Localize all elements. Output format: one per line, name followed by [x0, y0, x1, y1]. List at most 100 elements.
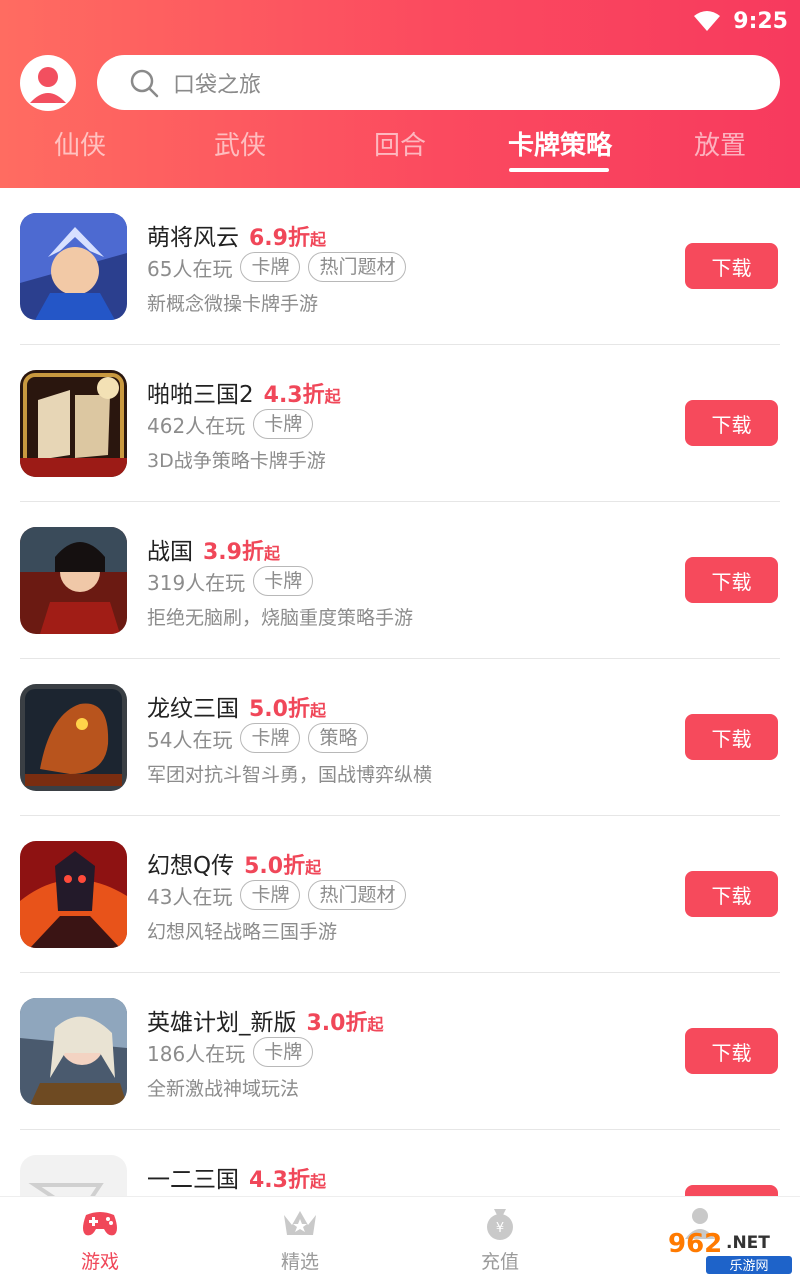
- game-description: 全新激战神域玩法: [147, 1078, 300, 1100]
- game-icon: [20, 370, 127, 477]
- player-count: 43人在玩: [147, 884, 233, 909]
- download-button[interactable]: 下载: [685, 400, 778, 446]
- crown-icon: [284, 1211, 316, 1235]
- game-meta: 319人在玩 卡牌: [147, 564, 314, 598]
- game-tag: 热门题材: [308, 880, 407, 910]
- game-description: 幻想风轻战略三国手游: [147, 921, 338, 943]
- status-time: 9:25: [733, 8, 788, 34]
- download-button[interactable]: 下载: [685, 714, 778, 760]
- game-description: 3D战争策略卡牌手游: [147, 450, 326, 472]
- game-meta: 186人在玩 卡牌: [147, 1035, 314, 1069]
- player-count: 462人在玩: [147, 413, 246, 438]
- game-item[interactable]: 战国 3.9折起 319人在玩 卡牌 拒绝无脑刷，烧脑重度策略手游 下载: [0, 502, 800, 659]
- game-icon: [20, 841, 127, 948]
- game-list: 萌将风云 6.9折起 65人在玩 卡牌 热门题材 新概念微操卡牌手游 下载 啪啪三…: [0, 188, 800, 1196]
- game-name: 萌将风云: [147, 225, 239, 251]
- nav-label: 游戏: [80, 1251, 119, 1273]
- tab-card-strategy[interactable]: 卡牌策略: [480, 125, 640, 162]
- game-name-row: 龙纹三国 5.0折起: [147, 689, 326, 723]
- discount: 4.3折起: [263, 383, 341, 408]
- game-name: 幻想Q传: [147, 853, 235, 879]
- game-item[interactable]: 啪啪三国2 4.3折起 462人在玩 卡牌 3D战争策略卡牌手游 下载: [0, 345, 800, 502]
- game-tag: 卡牌: [240, 723, 301, 753]
- gamepad-icon: [83, 1212, 117, 1236]
- game-tag: 卡牌: [240, 252, 301, 282]
- game-item[interactable]: 一二三国 4.3折起 下载: [0, 1130, 800, 1196]
- game-name: 英雄计划_新版: [147, 1010, 297, 1036]
- discount: 3.9折起: [203, 540, 280, 565]
- game-icon: [20, 684, 127, 791]
- watermark-brand: 962: [668, 1229, 722, 1259]
- tab-wuxia[interactable]: 武侠: [160, 125, 320, 162]
- game-icon: [20, 527, 127, 634]
- game-item[interactable]: 萌将风云 6.9折起 65人在玩 卡牌 热门题材 新概念微操卡牌手游 下载: [0, 188, 800, 345]
- watermark-logo: 962 .NET 乐游网: [668, 1229, 792, 1274]
- game-description: 军团对抗斗智斗勇，国战博弈纵横: [147, 764, 433, 786]
- game-tag: 热门题材: [308, 252, 407, 282]
- nav-recharge[interactable]: ¥ 充值: [400, 1205, 600, 1274]
- discount: 4.3折起: [249, 1168, 326, 1193]
- game-icon: [20, 213, 127, 320]
- game-name-row: 萌将风云 6.9折起: [147, 218, 326, 252]
- player-count: 54人在玩: [147, 727, 233, 752]
- player-count: 319人在玩: [147, 570, 246, 595]
- game-tag: 卡牌: [253, 566, 314, 596]
- nav-games[interactable]: 游戏: [0, 1205, 200, 1274]
- search-bar[interactable]: 口袋之旅: [97, 55, 780, 110]
- wifi-icon: [694, 11, 721, 31]
- game-name-row: 英雄计划_新版 3.0折起: [147, 1003, 384, 1037]
- nav-featured[interactable]: 精选: [200, 1205, 400, 1274]
- player-count: 186人在玩: [147, 1041, 246, 1066]
- game-item[interactable]: 英雄计划_新版 3.0折起 186人在玩 卡牌 全新激战神域玩法 下载: [0, 973, 800, 1130]
- download-button[interactable]: 下载: [685, 557, 778, 603]
- app-header: 9:25 口袋之旅 仙侠 武侠 回合 卡牌策略 放置: [0, 0, 800, 188]
- game-meta: 462人在玩 卡牌: [147, 407, 314, 441]
- game-meta: 43人在玩 卡牌 热门题材: [147, 878, 407, 912]
- game-name: 龙纹三国: [147, 696, 239, 722]
- game-icon: [20, 998, 127, 1105]
- game-name-row: 幻想Q传 5.0折起: [147, 846, 321, 880]
- game-tag: 卡牌: [253, 1037, 314, 1067]
- tab-xianxia[interactable]: 仙侠: [0, 125, 160, 162]
- game-tag: 卡牌: [240, 880, 301, 910]
- download-button[interactable]: 下载: [685, 1028, 778, 1074]
- user-avatar[interactable]: [20, 55, 76, 111]
- search-placeholder: 口袋之旅: [173, 72, 262, 98]
- game-description: 拒绝无脑刷，烧脑重度策略手游: [147, 607, 414, 629]
- game-name-row: 战国 3.9折起: [147, 532, 280, 566]
- game-item[interactable]: 幻想Q传 5.0折起 43人在玩 卡牌 热门题材 幻想风轻战略三国手游 下载: [0, 816, 800, 973]
- watermark-sub: 乐游网: [729, 1259, 768, 1274]
- game-name-row: 啪啪三国2 4.3折起: [147, 375, 341, 409]
- game-item[interactable]: 龙纹三国 5.0折起 54人在玩 卡牌 策略 军团对抗斗智斗勇，国战博弈纵横 下载: [0, 659, 800, 816]
- game-meta: 54人在玩 卡牌 策略: [147, 721, 369, 755]
- download-button[interactable]: 下载: [685, 871, 778, 917]
- discount: 3.0折起: [306, 1011, 384, 1036]
- download-button[interactable]: 下载: [685, 243, 778, 289]
- game-meta: 65人在玩 卡牌 热门题材: [147, 250, 407, 284]
- game-name: 啪啪三国2: [147, 382, 254, 408]
- discount: 6.9折起: [249, 226, 326, 251]
- search-icon: [130, 69, 159, 97]
- money-bag-icon: ¥: [487, 1209, 513, 1240]
- tab-huihe[interactable]: 回合: [320, 125, 480, 162]
- nav-label: 充值: [480, 1251, 519, 1273]
- watermark-suffix: .NET: [726, 1233, 770, 1253]
- avatar-icon: [30, 67, 66, 103]
- game-description: 新概念微操卡牌手游: [147, 293, 319, 315]
- game-name: 战国: [147, 539, 193, 565]
- download-button[interactable]: 下载: [685, 1185, 778, 1196]
- category-tabs: 仙侠 武侠 回合 卡牌策略 放置: [0, 125, 800, 175]
- game-tag: 策略: [308, 723, 369, 753]
- nav-label: 精选: [280, 1251, 319, 1273]
- status-bar: 9:25: [693, 6, 788, 36]
- game-icon: [20, 1155, 127, 1196]
- tab-idle[interactable]: 放置: [640, 125, 800, 162]
- svg-text:¥: ¥: [496, 1221, 504, 1236]
- player-count: 65人在玩: [147, 256, 233, 281]
- active-tab-indicator: [509, 168, 609, 172]
- discount: 5.0折起: [244, 854, 322, 879]
- game-tag: 卡牌: [253, 409, 314, 439]
- game-name: 一二三国: [147, 1167, 239, 1193]
- game-name-row: 一二三国 4.3折起: [147, 1160, 326, 1194]
- discount: 5.0折起: [249, 697, 326, 722]
